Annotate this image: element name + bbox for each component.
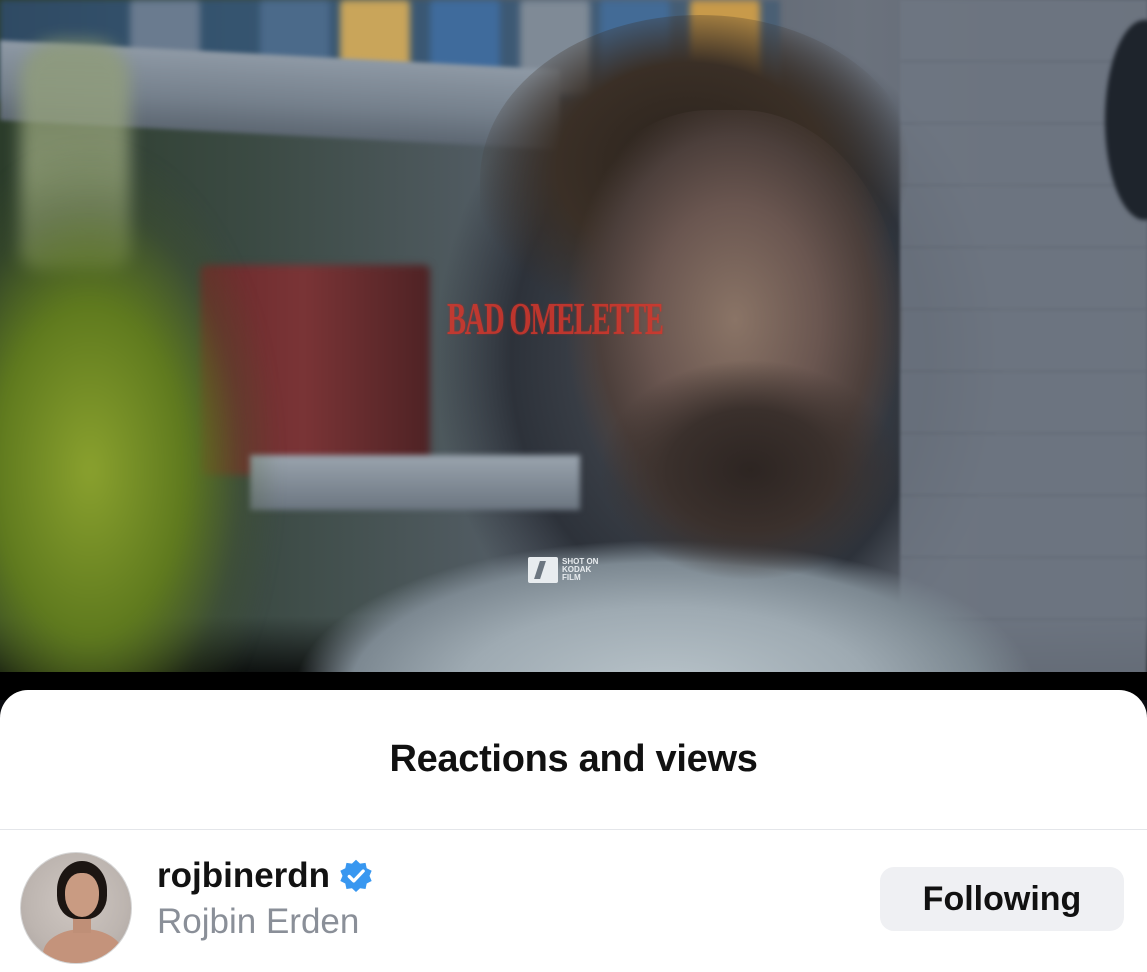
background-shelf-lower — [250, 455, 580, 510]
figure-beard — [590, 360, 900, 590]
foreground-bottle — [0, 40, 290, 700]
sheet-title: Reactions and views — [389, 738, 758, 780]
username-line: rojbinerdn — [157, 856, 374, 896]
sheet-header: Reactions and views — [0, 690, 1147, 830]
reactions-sheet: Reactions and views rojbinerdn Rojbin Er… — [0, 690, 1147, 972]
film-title-overlay: BAD OMELETTE — [447, 293, 664, 344]
viewer-names: rojbinerdn Rojbin Erden — [157, 856, 374, 942]
avatar[interactable] — [20, 852, 132, 964]
verified-badge-icon — [340, 859, 372, 893]
kodak-logo-icon — [528, 557, 558, 583]
story-media[interactable]: BAD OMELETTE SHOT ON KODAK FILM — [0, 0, 1147, 700]
username[interactable]: rojbinerdn — [157, 856, 330, 896]
kodak-badge-line-3: FILM — [562, 573, 581, 582]
following-button[interactable]: Following — [880, 867, 1124, 931]
story-viewer: BAD OMELETTE SHOT ON KODAK FILM Reaction… — [0, 0, 1147, 972]
kodak-badge-text: SHOT ON KODAK FILM — [562, 558, 598, 582]
full-name: Rojbin Erden — [157, 902, 360, 941]
viewer-row[interactable]: rojbinerdn Rojbin Erden Following — [0, 830, 1147, 972]
kodak-badge: SHOT ON KODAK FILM — [528, 557, 598, 583]
